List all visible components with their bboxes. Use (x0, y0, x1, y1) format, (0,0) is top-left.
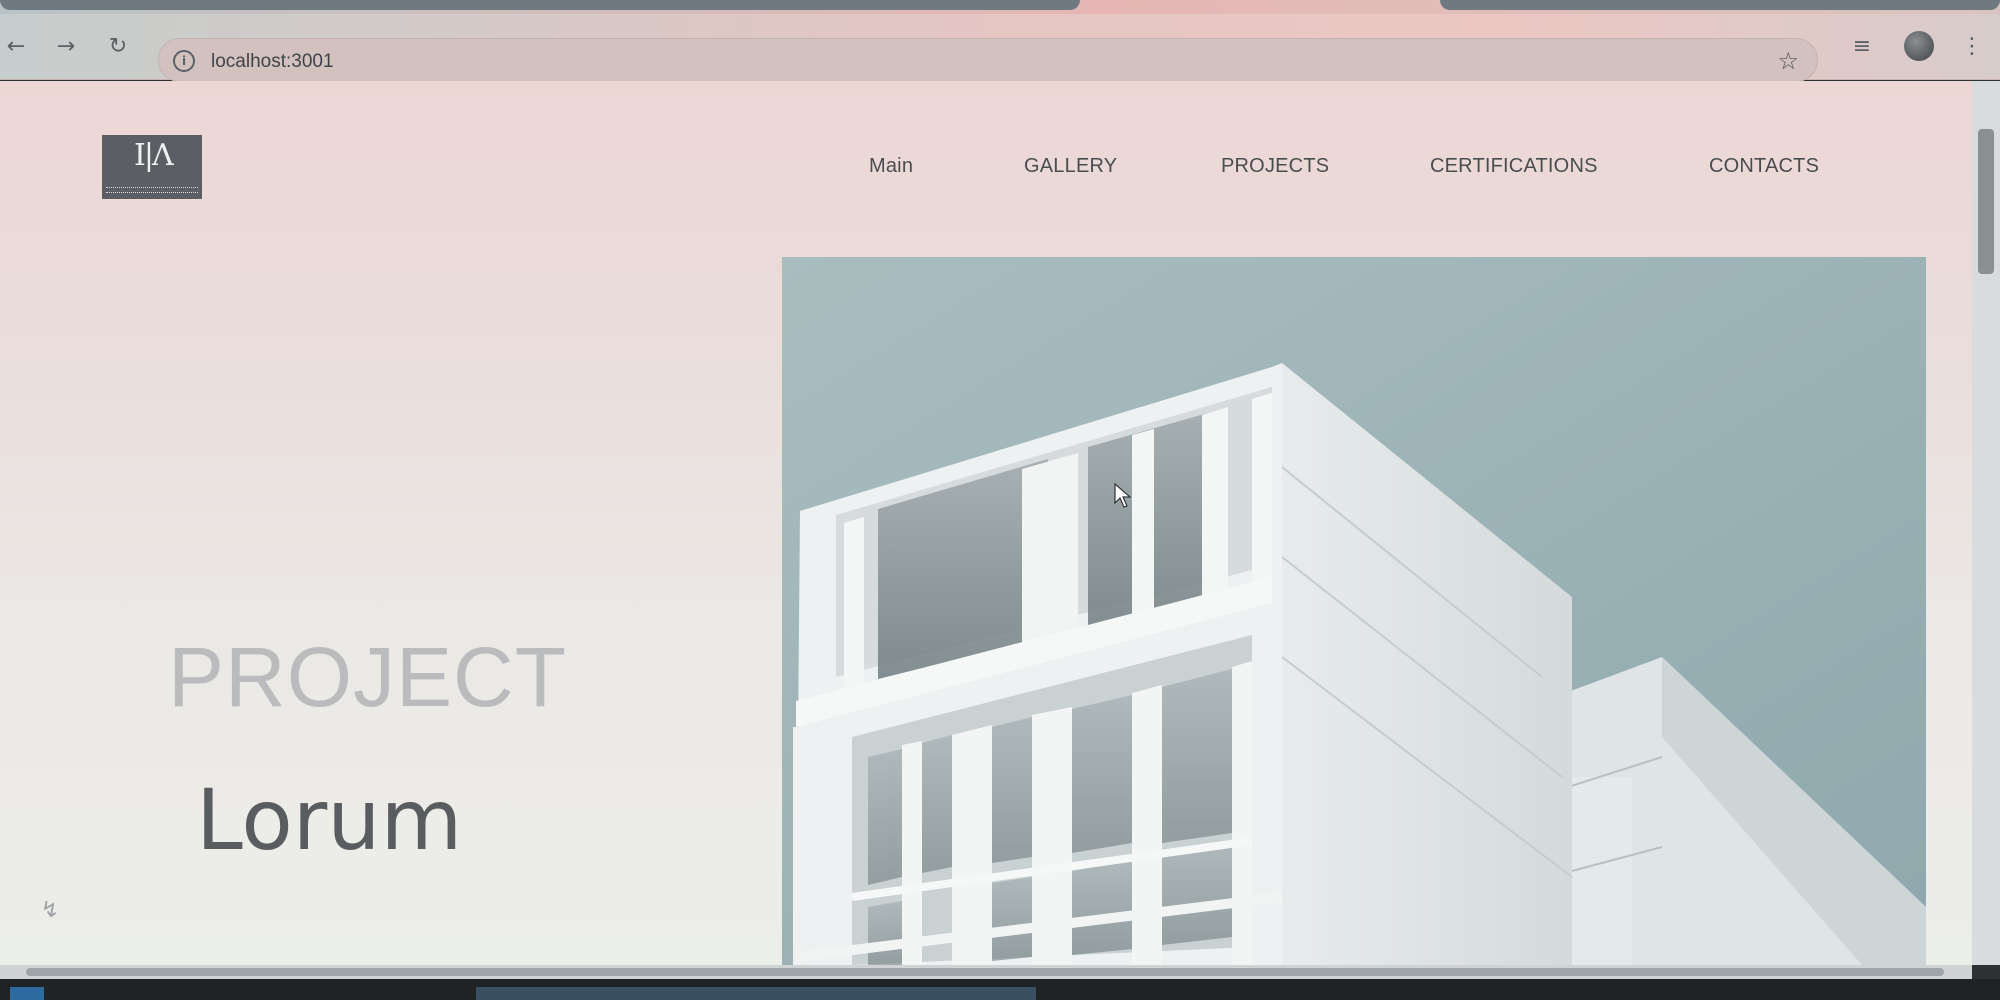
arrow-left-icon[interactable]: ← (4, 35, 28, 59)
os-taskbar (0, 979, 2000, 1000)
browser-toolbar: ← → ↻ i localhost:3001 ☆ ≡ ⋮ (0, 14, 2000, 82)
star-icon[interactable]: ☆ (1777, 47, 1799, 75)
nav-item-projects[interactable]: PROJECTS (1221, 155, 1329, 178)
nav-item-gallery[interactable]: GALLERY (1024, 155, 1117, 178)
horizontal-scrollbar[interactable] (0, 965, 1972, 979)
url-text[interactable]: localhost:3001 (211, 51, 334, 73)
reload-icon[interactable]: ↻ (106, 35, 130, 59)
vertical-scrollbar[interactable] (1972, 81, 2000, 965)
taskbar-item[interactable] (10, 987, 44, 1000)
lightning-icon[interactable]: ↯ (36, 897, 64, 925)
taskbar-item[interactable] (476, 987, 1036, 1000)
page-viewport: I​|Λ Main GALLERY PROJECTS CERTIFICATION… (0, 81, 1972, 965)
mouse-cursor (1114, 483, 1132, 508)
media-playlist-icon[interactable]: ≡ (1850, 35, 1874, 59)
address-bar[interactable]: i localhost:3001 ☆ (158, 38, 1818, 82)
logo-tagline (106, 187, 198, 193)
info-icon[interactable]: i (173, 50, 195, 72)
main-nav: Main GALLERY PROJECTS CERTIFICATIONS CON… (0, 155, 1972, 185)
avatar[interactable] (1904, 31, 1934, 61)
tab[interactable] (1440, 0, 2000, 10)
tab-strip (0, 0, 2000, 14)
hero-title: Lorum (196, 771, 463, 869)
vertical-scrollbar-thumb[interactable] (1978, 129, 1994, 274)
kebab-menu-icon[interactable]: ⋮ (1960, 35, 1984, 59)
nav-item-certifications[interactable]: CERTIFICATIONS (1430, 155, 1598, 178)
tab[interactable] (0, 0, 1080, 10)
horizontal-scrollbar-thumb[interactable] (26, 968, 1944, 976)
hero-building-image (782, 257, 1926, 965)
hero-label: PROJECT (168, 630, 568, 724)
nav-item-main[interactable]: Main (869, 155, 913, 178)
arrow-right-icon[interactable]: → (54, 35, 78, 59)
nav-item-contacts[interactable]: CONTACTS (1709, 155, 1819, 178)
